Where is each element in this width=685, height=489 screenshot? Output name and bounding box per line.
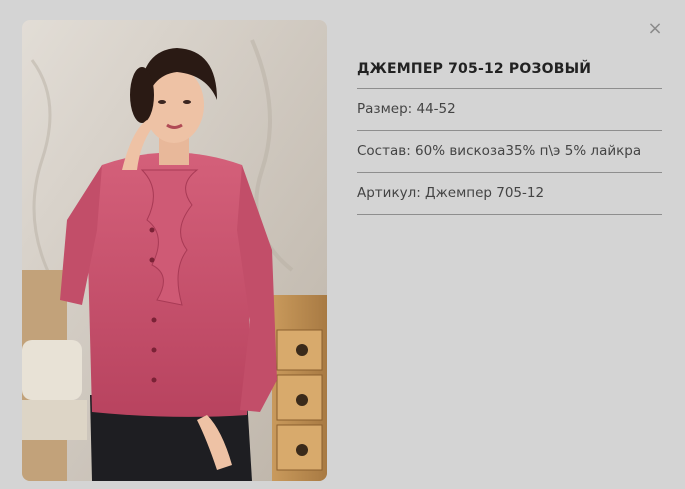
product-composition: Состав: 60% вискоза35% п\э 5% лайкра [357, 131, 662, 173]
product-article: Артикул: Джемпер 705-12 [357, 173, 662, 215]
product-info: ДЖЕМПЕР 705-12 РОЗОВЫЙ Размер: 44-52 Сос… [357, 50, 662, 215]
product-title: ДЖЕМПЕР 705-12 РОЗОВЫЙ [357, 50, 662, 89]
product-size: Размер: 44-52 [357, 89, 662, 131]
close-icon[interactable]: × [646, 20, 664, 38]
product-modal: × ДЖЕМПЕР 705-12 РОЗОВЫЙ Размер: 44-52 С… [0, 0, 685, 489]
product-photo [22, 20, 327, 481]
